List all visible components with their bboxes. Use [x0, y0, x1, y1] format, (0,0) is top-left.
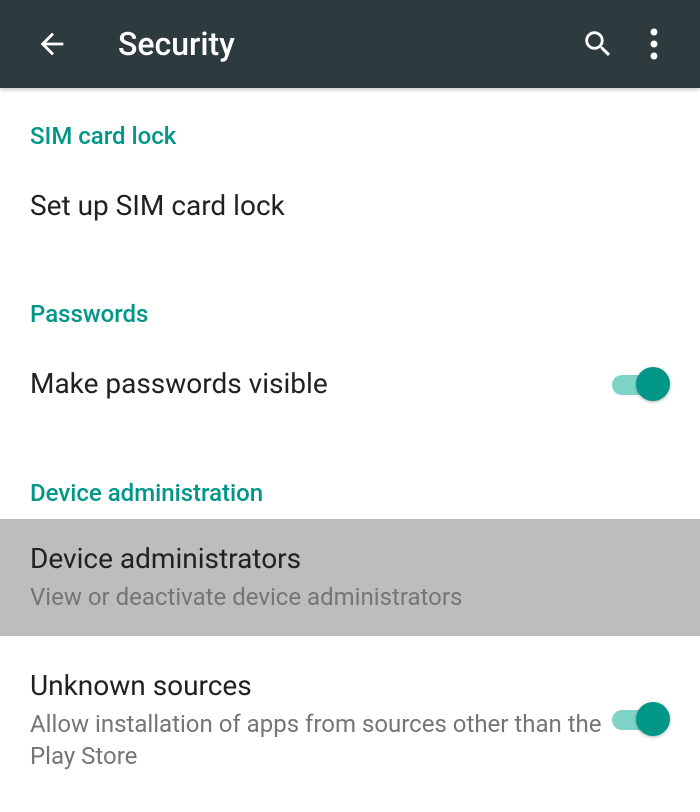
search-icon	[581, 27, 615, 61]
setting-title: Unknown sources	[30, 668, 612, 704]
more-vert-icon	[650, 27, 658, 61]
overflow-menu-button[interactable]	[626, 16, 682, 72]
page-title: Security	[118, 25, 570, 63]
arrow-back-icon	[35, 27, 69, 61]
section-header-passwords: Passwords	[0, 270, 700, 340]
toggle-passwords-visible[interactable]	[612, 367, 670, 403]
setting-title: Make passwords visible	[30, 366, 612, 402]
search-button[interactable]	[570, 16, 626, 72]
app-bar: Security	[0, 0, 700, 88]
section-header-sim-card-lock: SIM card lock	[0, 92, 700, 162]
setting-title: Device administrators	[30, 541, 670, 577]
settings-content: SIM card lock Set up SIM card lock Passw…	[0, 88, 700, 795]
setting-device-administrators[interactable]: Device administrators View or deactivate…	[0, 519, 700, 636]
setting-set-up-sim-card-lock[interactable]: Set up SIM card lock	[0, 162, 700, 250]
section-header-device-administration: Device administration	[0, 449, 700, 519]
setting-unknown-sources[interactable]: Unknown sources Allow installation of ap…	[0, 636, 700, 795]
toggle-unknown-sources[interactable]	[612, 702, 670, 738]
back-button[interactable]	[28, 20, 76, 68]
setting-title: Set up SIM card lock	[30, 188, 670, 224]
setting-subtitle: View or deactivate device administrators	[30, 581, 670, 613]
setting-make-passwords-visible[interactable]: Make passwords visible	[0, 340, 700, 428]
setting-subtitle: Allow installation of apps from sources …	[30, 708, 612, 773]
